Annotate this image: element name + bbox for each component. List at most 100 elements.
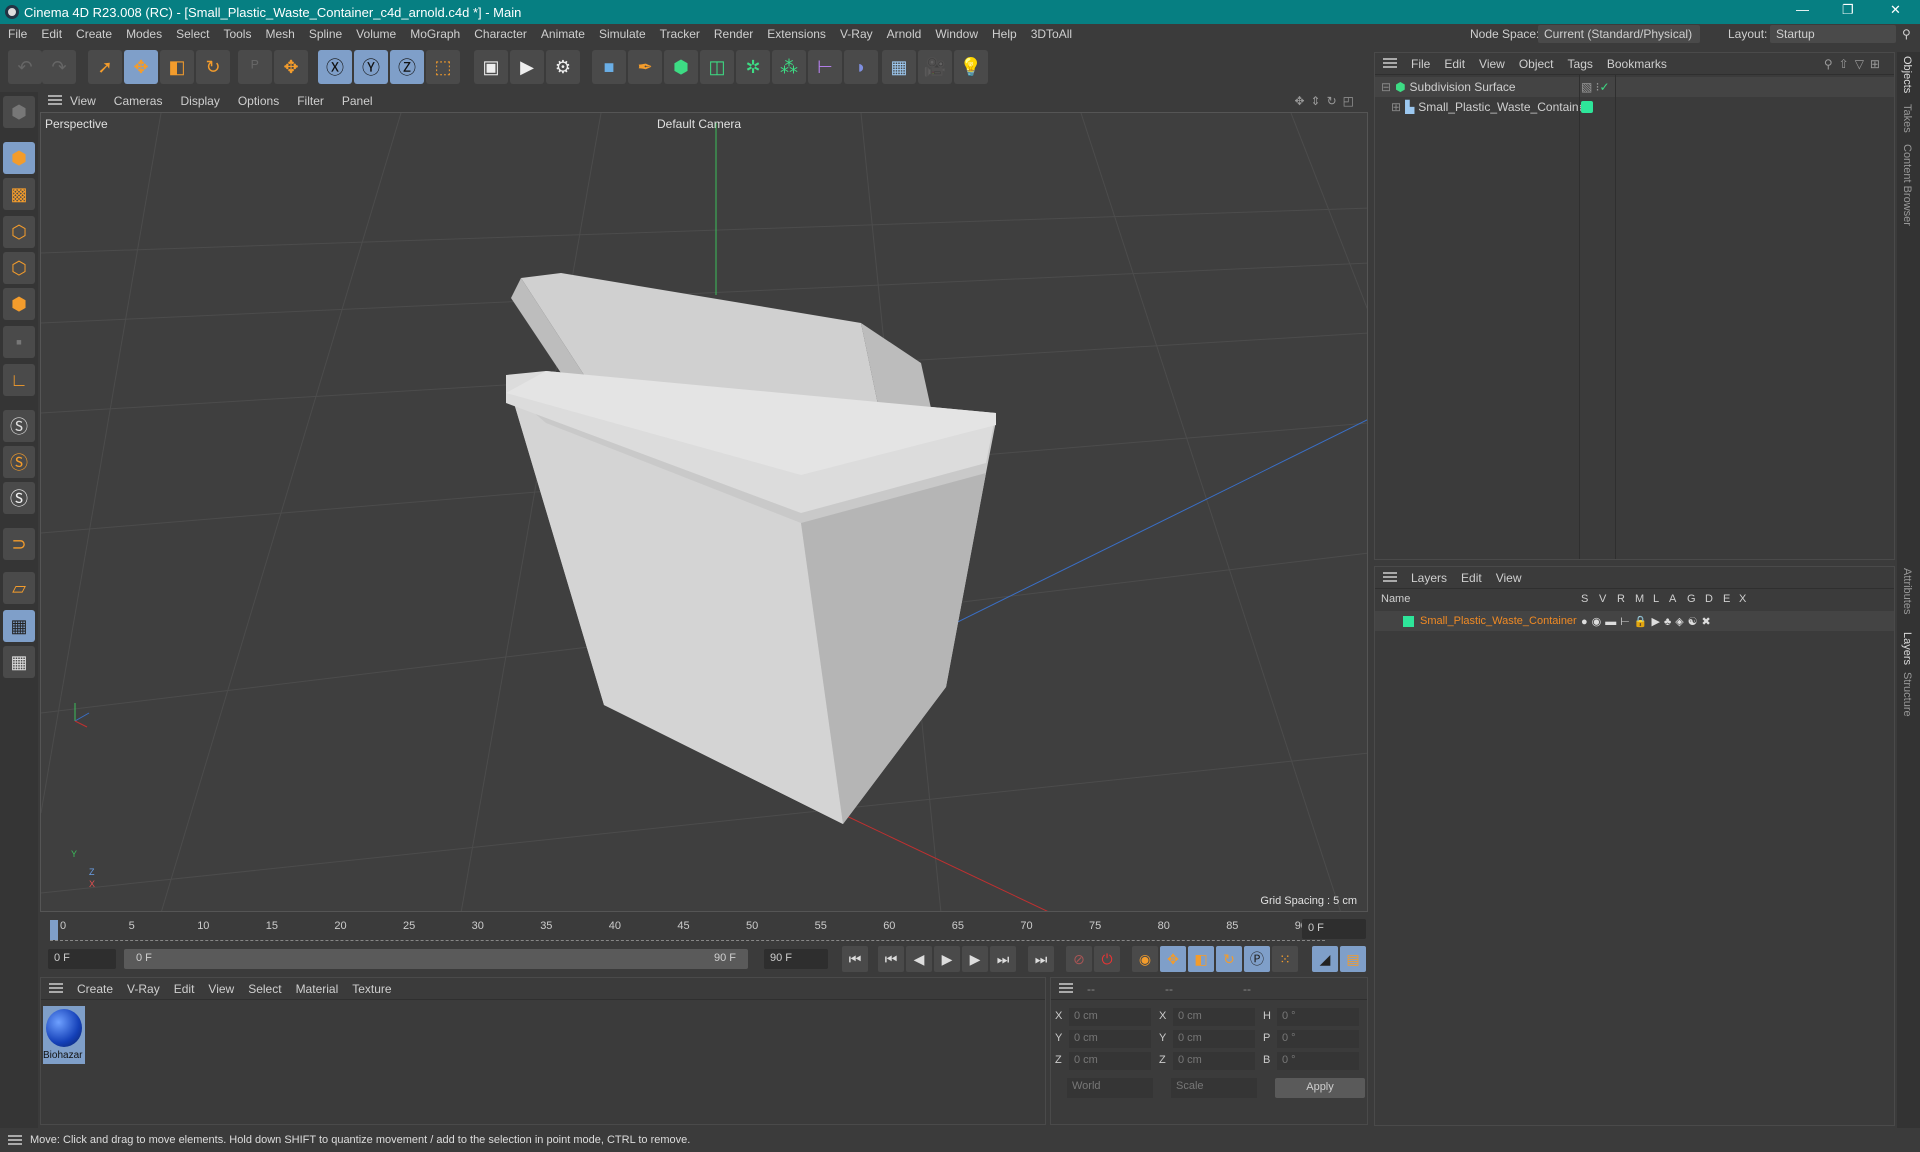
restore-button[interactable]: ❐ [1842, 2, 1854, 18]
play-button[interactable]: ▶ [934, 946, 960, 972]
menu-mesh[interactable]: Mesh [265, 27, 294, 41]
mat-menu-edit[interactable]: Edit [174, 982, 195, 996]
layer-color-tag[interactable] [1581, 101, 1593, 113]
grid-icon[interactable]: ▦ [3, 610, 35, 642]
coordinate-field[interactable]: 0 cm [1069, 1052, 1151, 1070]
cube-icon[interactable]: ■ [592, 50, 626, 84]
model-mode-icon[interactable]: ⬢ [3, 142, 35, 174]
keyframe-selection-button[interactable]: ◉ [1132, 946, 1158, 972]
snap-s2-icon[interactable]: Ⓢ [3, 446, 35, 478]
menu-mograph[interactable]: MoGraph [410, 27, 460, 41]
z-axis-icon[interactable]: Ⓩ [390, 50, 424, 84]
viewport-menu-view[interactable]: View [70, 94, 96, 108]
prev-key-button[interactable]: ⏮ [878, 946, 904, 972]
obj-menu-edit[interactable]: Edit [1444, 57, 1465, 71]
layer-row[interactable]: Small_Plastic_Waste_Container ●◉▬⊢🔒▶♣◈☯✖ [1375, 611, 1894, 631]
snap-s3-icon[interactable]: Ⓢ [3, 482, 35, 514]
texture-mode-icon[interactable]: ▩ [3, 178, 35, 210]
tab-structure[interactable]: Structure [1901, 672, 1913, 717]
floor-icon[interactable]: ▦ [882, 50, 916, 84]
menu-3dtoall[interactable]: 3DToAll [1031, 27, 1072, 41]
minimize-button[interactable]: — [1796, 2, 1809, 17]
menu-modes[interactable]: Modes [126, 27, 162, 41]
visibility-dots-icon[interactable]: ▧ ⁝✓ [1581, 80, 1610, 94]
mat-menu-vray[interactable]: V-Ray [127, 982, 160, 996]
key-scale-button[interactable]: ◧ [1188, 946, 1214, 972]
deformer-icon[interactable]: ⊢ [808, 50, 842, 84]
next-frame-button[interactable]: ▶ [962, 946, 988, 972]
light-icon[interactable]: 💡 [954, 50, 988, 84]
collapse-icon[interactable]: ⊟ [1381, 80, 1391, 94]
x-axis-icon[interactable]: Ⓧ [318, 50, 352, 84]
scale-tool-icon[interactable]: ◧ [160, 50, 194, 84]
coord-system-select[interactable]: World [1067, 1078, 1153, 1098]
array-icon[interactable]: ⁂ [772, 50, 806, 84]
render-view-icon[interactable]: ▣ [474, 50, 508, 84]
start-frame-field[interactable]: 0 F [48, 949, 116, 969]
coordinate-field[interactable]: 0 cm [1173, 1030, 1255, 1048]
range-slider[interactable]: 0 F 90 F [124, 949, 748, 969]
next-key-button[interactable]: ⏭ [990, 946, 1016, 972]
timeline-ruler[interactable]: 0 5 10 15 20 25 30 35 40 45 50 55 60 65 70 75 80 85 90 0 F [40, 914, 1368, 944]
subdivision-icon[interactable]: ⬢ [664, 50, 698, 84]
polygons-mode-icon[interactable]: ⬢ [3, 288, 35, 320]
viewport-menu-panel[interactable]: Panel [342, 94, 373, 108]
coordinate-field[interactable]: 0 cm [1069, 1008, 1151, 1026]
workplane-icon[interactable]: ▱ [3, 572, 35, 604]
grid-snap-icon[interactable]: ▦ [3, 646, 35, 678]
sound-button[interactable]: ◢ [1312, 946, 1338, 972]
camera-name[interactable]: Default Camera [657, 117, 741, 131]
layers-menu-icon[interactable] [1383, 572, 1397, 582]
mat-menu-select[interactable]: Select [248, 982, 281, 996]
menu-select[interactable]: Select [176, 27, 209, 41]
layers-menu-edit[interactable]: Edit [1461, 571, 1482, 585]
autokey-button[interactable]: ⏻ [1094, 946, 1120, 972]
rotate-tool-icon[interactable]: ↻ [196, 50, 230, 84]
go-to-end-button[interactable]: ⏭ [1028, 946, 1054, 972]
snap-s-icon[interactable]: Ⓢ [3, 410, 35, 442]
menu-render[interactable]: Render [714, 27, 753, 41]
uv-mode-icon[interactable]: ▪ [3, 326, 35, 358]
y-axis-icon[interactable]: Ⓨ [354, 50, 388, 84]
move-axis-icon[interactable]: ✥ [274, 50, 308, 84]
size-mode-select[interactable]: Scale [1171, 1078, 1257, 1098]
menu-vray[interactable]: V-Ray [840, 27, 873, 41]
select-tool-icon[interactable]: ➚ [88, 50, 122, 84]
viewport-menu-options[interactable]: Options [238, 94, 279, 108]
magnet-icon[interactable]: ⊃ [3, 528, 35, 560]
coordinate-field[interactable]: 0 cm [1173, 1008, 1255, 1026]
points-mode-icon[interactable]: ⬡ [3, 216, 35, 248]
coordinate-system-icon[interactable]: ⬚ [426, 50, 460, 84]
menu-tools[interactable]: Tools [223, 27, 251, 41]
tab-content-browser[interactable]: Content Browser [1901, 144, 1913, 226]
coordinate-field[interactable]: 0 ° [1277, 1030, 1359, 1048]
viewport-nav-icons[interactable]: ✥⇕↻◰ [1294, 94, 1360, 108]
make-editable-icon[interactable]: ⬢ [3, 96, 35, 128]
go-to-start-button[interactable]: ⏮ [842, 946, 868, 972]
obj-menu-view[interactable]: View [1479, 57, 1505, 71]
mat-menu-create[interactable]: Create [77, 982, 113, 996]
mograph-cloner-icon[interactable]: ✲ [736, 50, 770, 84]
close-button[interactable]: ✕ [1890, 2, 1901, 18]
undo-button[interactable]: ↶ [8, 50, 42, 84]
obj-menu-tags[interactable]: Tags [1568, 57, 1593, 71]
menu-tracker[interactable]: Tracker [660, 27, 700, 41]
obj-menu-file[interactable]: File [1411, 57, 1430, 71]
menu-character[interactable]: Character [474, 27, 527, 41]
menu-spline[interactable]: Spline [309, 27, 342, 41]
tab-objects[interactable]: Objects [1901, 56, 1913, 93]
coordinate-field[interactable]: 0 ° [1277, 1052, 1359, 1070]
menu-edit[interactable]: Edit [41, 27, 62, 41]
status-menu-icon[interactable] [8, 1135, 22, 1145]
key-pla-button[interactable]: ⁙ [1272, 946, 1298, 972]
material-item[interactable]: Biohazar [43, 1006, 85, 1064]
pen-icon[interactable]: ✒ [628, 50, 662, 84]
layout-select[interactable]: Startup [1770, 25, 1896, 43]
expand-icon[interactable]: ⊞ [1391, 100, 1401, 114]
obj-menu-bookmarks[interactable]: Bookmarks [1607, 57, 1667, 71]
tab-takes[interactable]: Takes [1901, 104, 1913, 133]
key-rotation-button[interactable]: ↻ [1216, 946, 1242, 972]
tab-attributes[interactable]: Attributes [1901, 568, 1913, 614]
menu-animate[interactable]: Animate [541, 27, 585, 41]
mat-menu-material[interactable]: Material [296, 982, 339, 996]
